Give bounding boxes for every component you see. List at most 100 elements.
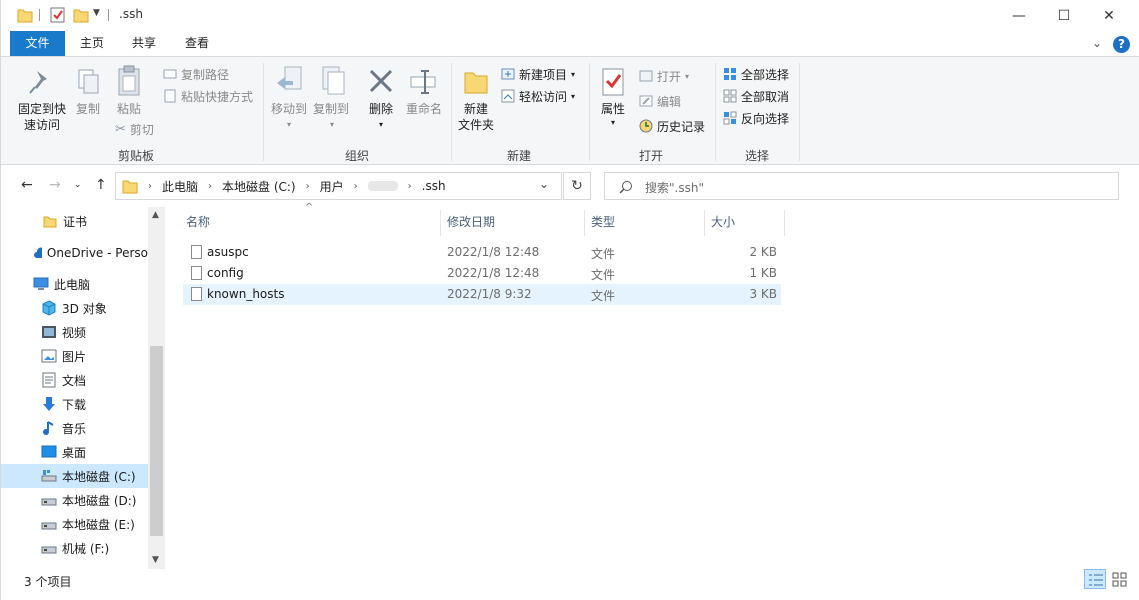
history-icon (639, 119, 653, 133)
properties-icon[interactable] (50, 6, 66, 24)
nav-item-documents[interactable]: 文档 (1, 368, 148, 392)
close-button[interactable]: ✕ (1086, 0, 1132, 31)
file-type: 文件 (591, 247, 616, 261)
crumb-local-disk-c[interactable]: 本地磁盘 (C:) (222, 178, 296, 195)
nav-item-local-disk-e[interactable]: 本地磁盘 (E:) (1, 512, 148, 536)
pin-to-quick-access-button[interactable]: 固定到快 速访问 (13, 101, 71, 133)
recent-locations-chevron-icon[interactable]: ⌄ (74, 180, 82, 190)
file-icon (191, 245, 202, 259)
nav-item-mechanical-f[interactable]: 机械 (F:) (1, 536, 148, 560)
column-separator[interactable] (440, 210, 441, 236)
file-date: 2022/1/8 12:48 (447, 245, 540, 259)
details-view-icon[interactable] (1084, 569, 1106, 589)
column-header-type[interactable]: 类型 (591, 213, 615, 231)
column-header-name[interactable]: 名称 (186, 213, 210, 231)
column-header-size[interactable]: 大小 (711, 213, 735, 231)
scroll-down-icon[interactable]: ▼ (152, 555, 159, 565)
refresh-icon[interactable]: ↻ (563, 172, 591, 200)
forward-arrow-icon[interactable]: → (49, 177, 61, 193)
navigation-scrollbar[interactable]: ▲ ▼ (148, 207, 165, 569)
folder-icon[interactable] (17, 6, 33, 24)
new-folder-button[interactable]: 新建 文件夹 (453, 101, 499, 133)
copy-path-button[interactable]: 复制路径 (163, 65, 229, 83)
crumb-this-pc[interactable]: 此电脑 (162, 178, 198, 195)
chevron-right-icon: › (353, 180, 358, 192)
tab-home[interactable]: 主页 (73, 31, 111, 56)
crumb-ssh[interactable]: .ssh (422, 179, 446, 193)
column-separator[interactable] (584, 210, 585, 236)
tab-file[interactable]: 文件 (10, 31, 65, 56)
tab-share[interactable]: 共享 (125, 31, 163, 56)
ribbon-collapse-icon[interactable]: ⌄ (1092, 36, 1102, 50)
paste-shortcut-icon (164, 89, 176, 103)
cut-button[interactable]: ✂ 剪切 (115, 120, 154, 138)
table-row[interactable]: known_hosts 2022/1/8 9:32 文件 3 KB (183, 284, 781, 305)
column-header-date[interactable]: 修改日期 (447, 213, 495, 231)
easy-access-button[interactable]: 轻松访问 ▾ (501, 87, 575, 105)
select-all-button[interactable]: 全部选择 (723, 65, 789, 83)
search-placeholder: 搜索".ssh" (645, 181, 704, 195)
new-folder-icon[interactable] (73, 6, 89, 24)
search-box[interactable]: 搜索".ssh" (604, 172, 1119, 200)
maximize-button[interactable]: ☐ (1041, 0, 1087, 31)
select-none-icon (723, 89, 737, 103)
invert-selection-icon (723, 111, 737, 125)
delete-button[interactable]: 删除 (365, 101, 397, 117)
organize-group-label: 组织 (345, 149, 370, 163)
nav-item-downloads[interactable]: 下载 (1, 392, 148, 416)
nav-item-certificates[interactable]: 证书 (1, 209, 148, 233)
select-none-button[interactable]: 全部取消 (723, 87, 789, 105)
up-arrow-icon[interactable]: ↑ (95, 177, 107, 193)
nav-item-local-disk-c[interactable]: 本地磁盘 (C:) (1, 464, 148, 488)
file-date: 2022/1/8 12:48 (447, 266, 540, 280)
copy-to-button[interactable]: 复制到 (311, 101, 351, 117)
back-arrow-icon[interactable]: ← (21, 177, 33, 193)
copy-icon (78, 69, 99, 94)
history-button[interactable]: 历史记录 (639, 117, 705, 135)
paste-button[interactable]: 粘贴 (114, 101, 144, 117)
scrollbar-thumb[interactable] (150, 346, 163, 536)
nav-item-label: 本地磁盘 (C:) (62, 469, 136, 484)
column-separator[interactable] (704, 210, 705, 236)
nav-item-label: 证书 (63, 214, 88, 229)
new-item-button[interactable]: 新建项目 ▾ (501, 65, 575, 83)
table-row[interactable]: config 2022/1/8 12:48 文件 1 KB (183, 263, 781, 284)
nav-item-onedrive[interactable]: OneDrive - Perso (1, 241, 148, 265)
address-history-chevron-icon[interactable]: ⌄ (539, 177, 549, 191)
nav-item-3d-objects[interactable]: 3D 对象 (1, 296, 148, 320)
nav-item-local-disk-d[interactable]: 本地磁盘 (D:) (1, 488, 148, 512)
chevron-down-icon: ▾ (329, 120, 334, 129)
chevron-right-icon: › (208, 180, 213, 192)
ribbon: 固定到快 速访问 复制 粘贴 复制路径 粘贴快捷方式 ✂ 剪切 剪贴板 移动到 … (1, 56, 1139, 165)
large-icons-view-icon[interactable] (1109, 569, 1131, 589)
file-list: ^ 名称 修改日期 类型 大小 asuspc 2022/1/8 12:48 文件… (166, 202, 1139, 569)
drive-icon (41, 498, 57, 506)
crumb-username-redacted[interactable] (367, 181, 398, 191)
nav-item-pictures[interactable]: 图片 (1, 344, 148, 368)
scroll-up-icon[interactable]: ▲ (152, 210, 159, 220)
nav-item-music[interactable]: 音乐 (1, 416, 148, 440)
chevron-down-icon[interactable]: ▼ (93, 8, 100, 26)
table-row[interactable]: asuspc 2022/1/8 12:48 文件 2 KB (183, 242, 781, 263)
nav-item-label: 音乐 (62, 421, 87, 436)
edit-button[interactable]: 编辑 (639, 92, 681, 110)
paste-shortcut-button[interactable]: 粘贴快捷方式 (163, 87, 253, 105)
address-bar[interactable]: › 此电脑 › 本地磁盘 (C:) › 用户 › › .ssh ⌄ (115, 172, 562, 200)
minimize-button[interactable]: — (996, 0, 1042, 31)
nav-item-videos[interactable]: 视频 (1, 320, 148, 344)
column-separator[interactable] (784, 210, 785, 236)
tab-view[interactable]: 查看 (178, 31, 216, 56)
nav-item-desktop[interactable]: 桌面 (1, 440, 148, 464)
invert-selection-button[interactable]: 反向选择 (723, 109, 789, 127)
crumb-users[interactable]: 用户 (320, 178, 344, 195)
file-name: asuspc (207, 245, 249, 259)
rename-button[interactable]: 重命名 (403, 101, 445, 117)
nav-item-this-pc[interactable]: 此电脑 (1, 272, 148, 296)
open-button[interactable]: 打开 ▾ (639, 67, 689, 85)
help-button[interactable]: ? (1113, 36, 1130, 53)
music-icon (43, 421, 54, 435)
copy-button[interactable]: 复制 (73, 101, 103, 117)
move-to-button[interactable]: 移动到 (269, 101, 309, 117)
nav-item-label: 图片 (62, 349, 87, 364)
nav-item-label: 桌面 (62, 445, 87, 460)
